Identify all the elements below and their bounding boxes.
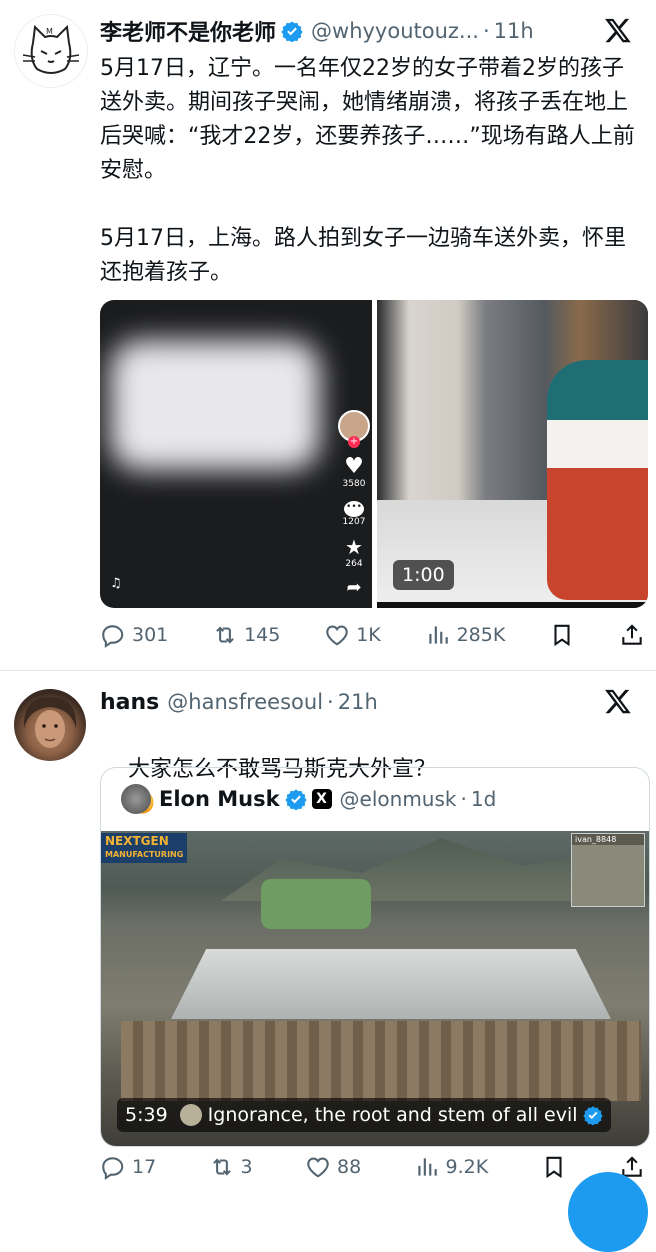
pip-window: ivan_8848 [571, 833, 645, 907]
video-caption-bar: 5:39 Ignorance, the root and stem of all… [117, 1098, 611, 1132]
share-arrow-icon[interactable]: ➦ [346, 577, 361, 598]
handle[interactable]: @hansfreesoul [167, 690, 323, 714]
reply-icon [102, 1157, 124, 1180]
heart-icon [307, 1157, 329, 1178]
display-name[interactable]: 李老师不是你老师 [100, 15, 276, 47]
handle[interactable]: @whyyoutouz... [311, 19, 479, 43]
reply-count: 17 [132, 1156, 157, 1178]
heart-icon [326, 625, 348, 646]
quoted-tweet[interactable]: Elon Musk X @elonmusk · 1d NEXTGEN MANUF… [100, 767, 650, 1147]
display-name[interactable]: hans [100, 690, 159, 715]
repost-icon [216, 626, 234, 644]
repost-count: 3 [240, 1156, 253, 1178]
comment-count: 1207 [342, 517, 366, 527]
reply-button[interactable]: 17 [100, 1154, 156, 1180]
heart-icon[interactable]: ♥ [344, 454, 364, 479]
tweet-header: hans @hansfreesoul · 21h [100, 685, 378, 719]
video-progress-bar[interactable] [377, 602, 648, 608]
person-jacket [547, 360, 648, 600]
quote-video[interactable]: NEXTGEN MANUFACTURING ivan_8848 5:39 Ign… [101, 831, 649, 1146]
reply-button[interactable]: 301 [100, 622, 168, 648]
station-body [121, 1021, 641, 1101]
separator-dot: · [327, 690, 334, 714]
comment-icon[interactable]: ••• [344, 501, 364, 517]
like-count: 1K [356, 624, 381, 646]
x-affiliate-badge-icon: X [311, 789, 332, 809]
blurred-content [110, 340, 320, 470]
reply-count: 301 [132, 624, 169, 646]
bookmark-button[interactable] [549, 622, 575, 648]
like-button[interactable]: 1K [324, 622, 381, 648]
video-right[interactable]: 1:00 [377, 300, 648, 608]
x-logo-icon[interactable] [604, 16, 632, 44]
share-icon [622, 624, 642, 645]
timestamp[interactable]: 21h [338, 690, 378, 714]
person-portrait-icon [23, 697, 77, 748]
verified-badge-icon [284, 788, 307, 811]
x-logo-icon[interactable] [604, 687, 632, 715]
quote-timestamp[interactable]: 1d [471, 787, 496, 811]
view-count: 285K [456, 624, 506, 646]
tweet-text: 5月17日，辽宁。一名年仅22岁的女子带着2岁的孩子送外卖。期间孩子哭闹，她情绪… [100, 56, 635, 285]
music-note-icon: ♫ [110, 576, 122, 591]
caption-text: Ignorance, the root and stem of all evil [207, 1104, 578, 1126]
analytics-icon [417, 1158, 437, 1176]
bookmark-button[interactable] [541, 1154, 567, 1180]
star-icon[interactable]: ★ [345, 535, 363, 559]
like-count: 3580 [342, 479, 366, 489]
tweet-2[interactable]: hans @hansfreesoul · 21h 大家怎么不敢骂马斯克大外宣？ … [0, 671, 656, 1200]
quote-display-name[interactable]: Elon Musk [159, 787, 280, 811]
station-roof [171, 949, 611, 1019]
quote-header: Elon Musk X @elonmusk · 1d [121, 782, 496, 816]
caption-avatar [179, 1104, 202, 1126]
cat-sketch-avatar-icon: M [22, 24, 80, 74]
nextgen-logo-title: NEXTGEN [105, 834, 169, 848]
view-count: 9.2K [445, 1156, 489, 1178]
separator-dot: · [460, 787, 467, 811]
tweet-actions: 17 3 88 9.2K [100, 1147, 645, 1187]
nextgen-logo-sub: MANUFACTURING [105, 850, 184, 859]
green-roof [261, 879, 371, 929]
separator-dot: · [482, 19, 490, 43]
share-button[interactable] [619, 622, 645, 648]
quote-video-duration: 5:39 [125, 1104, 168, 1126]
repost-button[interactable]: 3 [209, 1154, 253, 1180]
timestamp[interactable]: 11h [494, 19, 534, 43]
repost-button[interactable]: 145 [212, 622, 280, 648]
quote-avatar[interactable] [121, 784, 151, 814]
reply-icon [102, 625, 124, 648]
tweet-1[interactable]: M 李老师不是你老师 @whyyoutouz... · 11h 5月17日，辽宁… [0, 0, 656, 670]
repost-icon [212, 1158, 231, 1176]
avatar[interactable] [14, 689, 86, 761]
repost-count: 145 [244, 624, 281, 646]
verified-badge-icon [281, 20, 303, 43]
nextgen-logo: NEXTGEN MANUFACTURING [101, 833, 188, 863]
views-button[interactable]: 285K [425, 622, 506, 648]
verified-badge-icon [582, 1105, 603, 1126]
bookmark-icon [554, 624, 570, 647]
tweet-actions: 301 145 1K 285K [100, 615, 645, 655]
svg-text:M: M [46, 27, 53, 36]
bookmark-icon [546, 1156, 562, 1179]
analytics-icon [428, 626, 448, 644]
compose-fab[interactable] [568, 1172, 648, 1252]
pip-username: ivan_8848 [572, 834, 644, 845]
tweet-header: 李老师不是你老师 @whyyoutouz... · 11h [100, 14, 534, 48]
tiktok-side-actions: + ♥ 3580 ••• 1207 ★ 264 ➦ [336, 410, 372, 598]
avatar[interactable]: M [14, 14, 88, 88]
video-duration: 1:00 [393, 560, 454, 590]
favorite-count: 264 [345, 559, 363, 569]
views-button[interactable]: 9.2K [414, 1154, 489, 1180]
quote-handle[interactable]: @elonmusk [340, 787, 457, 811]
like-count: 88 [337, 1156, 362, 1178]
follow-plus-icon[interactable]: + [348, 436, 360, 448]
video-left[interactable]: + ♥ 3580 ••• 1207 ★ 264 ➦ ♫ [100, 300, 372, 608]
like-button[interactable]: 88 [305, 1154, 361, 1180]
